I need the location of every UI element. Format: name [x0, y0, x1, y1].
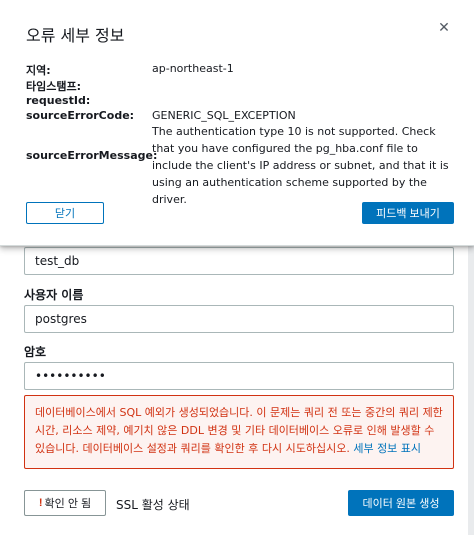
username-input[interactable]: postgres	[24, 305, 454, 333]
validation-status-button[interactable]: ! 확인 안 됨	[24, 490, 106, 516]
username-label: 사용자 이름	[24, 288, 84, 302]
modal-title: 오류 세부 정보	[26, 26, 125, 45]
show-details-link[interactable]: 세부 정보 표시	[353, 442, 421, 455]
field-key-request-id: requestId:	[26, 94, 91, 107]
field-key-timestamp: 타임스탬프:	[26, 80, 81, 93]
field-key-source-error-code: sourceErrorCode:	[26, 109, 135, 122]
send-feedback-button[interactable]: 피드백 보내기	[362, 202, 454, 224]
sql-error-alert: 데이터베이스에서 SQL 예외가 생성되었습니다. 이 문제는 쿼리 전 또는 …	[24, 395, 454, 469]
password-input[interactable]: ••••••••••	[24, 362, 454, 390]
field-value-source-error-message: The authentication type 10 is not suppor…	[152, 125, 449, 206]
close-icon[interactable]: ✕	[436, 20, 452, 36]
field-key-region: 지역:	[26, 64, 51, 77]
password-label: 암호	[24, 345, 47, 359]
field-value-source-error-code: GENERIC_SQL_EXCEPTION	[152, 109, 296, 122]
warning-icon: !	[38, 497, 43, 509]
create-data-source-button[interactable]: 데이터 원본 생성	[348, 490, 454, 516]
field-value-region: ap-northeast-1	[152, 62, 234, 75]
database-input[interactable]: test_db	[24, 247, 454, 275]
error-details-modal: 오류 세부 정보 ✕ 지역: ap-northeast-1 타임스탬프: req…	[0, 0, 474, 246]
close-button[interactable]: 닫기	[26, 202, 104, 224]
field-key-source-error-message: sourceErrorMessage:	[26, 149, 158, 162]
validation-status-label: 확인 안 됨	[44, 498, 92, 510]
ssl-status-text: SSL 활성 상태	[116, 498, 190, 512]
